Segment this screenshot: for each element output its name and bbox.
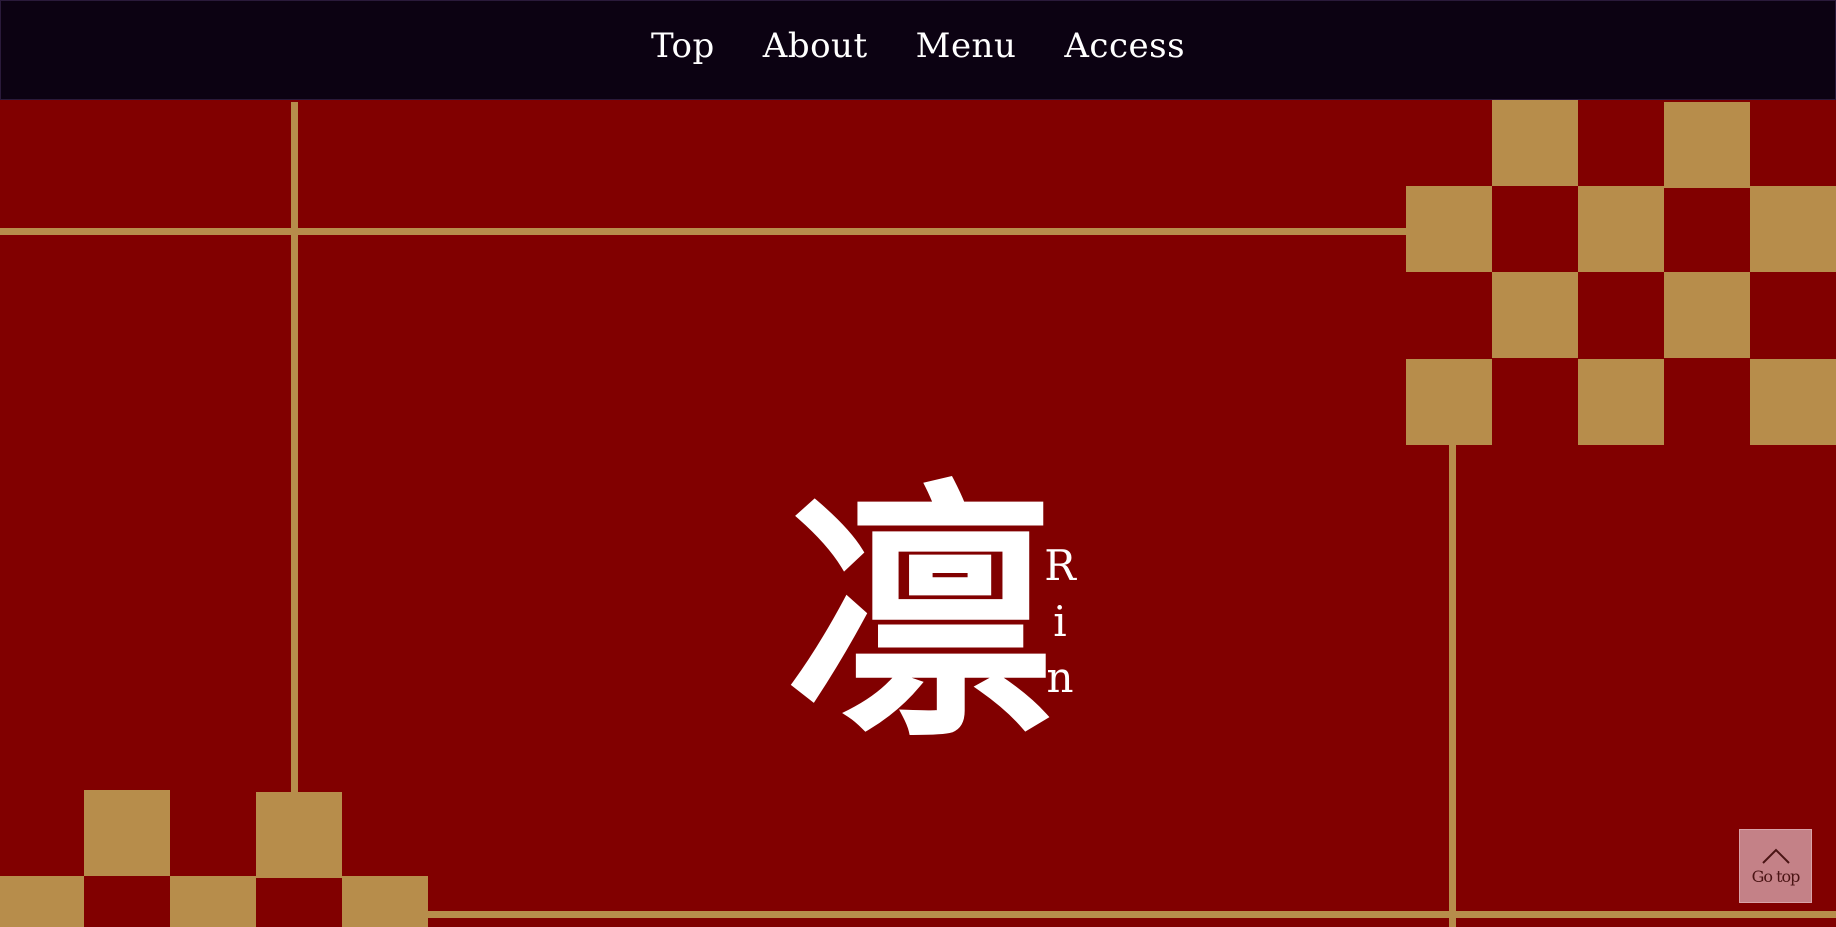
checker-square	[1664, 102, 1750, 188]
checker-square	[256, 792, 342, 878]
decorative-line	[291, 102, 298, 794]
checker-square	[170, 876, 256, 927]
logo-kanji: 凛	[785, 456, 1055, 774]
nav-link-top[interactable]: Top	[651, 26, 715, 66]
checker-square	[1406, 186, 1492, 272]
go-top-button[interactable]: Go top	[1739, 829, 1812, 903]
nav-link-access[interactable]: Access	[1064, 26, 1185, 66]
checker-square	[84, 790, 170, 876]
checker-square	[1492, 100, 1578, 186]
checker-square	[342, 876, 428, 927]
checker-square	[1578, 359, 1664, 445]
nav-link-about[interactable]: About	[763, 26, 868, 66]
decorative-line	[0, 228, 1410, 235]
checker-square	[1664, 272, 1750, 358]
top-navigation: Top About Menu Access	[0, 0, 1836, 100]
decorative-line	[1449, 445, 1456, 927]
go-top-label: Go top	[1751, 866, 1801, 886]
checker-square	[1406, 359, 1492, 445]
checker-square	[1578, 186, 1664, 272]
decorative-line	[428, 911, 1836, 918]
checker-square	[0, 876, 84, 927]
nav-link-menu[interactable]: Menu	[916, 26, 1017, 66]
checker-square	[1492, 272, 1578, 358]
checker-square	[1750, 359, 1836, 445]
logo-letter: n	[1046, 653, 1074, 702]
logo-romaji: R i n	[1040, 538, 1080, 706]
checker-square	[1750, 186, 1836, 272]
logo-letter: i	[1053, 597, 1067, 646]
logo-letter: R	[1044, 541, 1076, 590]
chevron-up-icon	[1761, 848, 1790, 864]
